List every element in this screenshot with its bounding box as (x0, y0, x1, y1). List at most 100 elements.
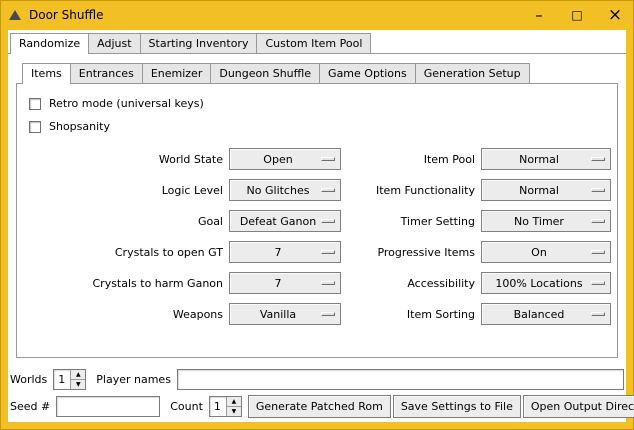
tab-generation-setup[interactable]: Generation Setup (415, 63, 530, 83)
shopsanity-checkbox[interactable] (29, 121, 41, 133)
shopsanity-label: Shopsanity (49, 120, 110, 133)
generate-patched-rom-button[interactable]: Generate Patched Rom (248, 395, 391, 418)
goal-label: Goal (27, 215, 223, 228)
player-names-input[interactable] (177, 369, 624, 390)
weapons-dropdown[interactable]: Vanilla (229, 303, 341, 325)
count-spinbox[interactable]: 1 ▲ ▼ (209, 396, 242, 417)
tab-adjust[interactable]: Adjust (88, 33, 140, 53)
spin-down-icon: ▼ (232, 408, 237, 415)
count-spin-down-button[interactable]: ▼ (226, 407, 241, 416)
bottom-controls: Worlds 1 ▲ ▼ Player names Seed # Count 1 (8, 369, 626, 422)
window-title: Door Shuffle (29, 8, 103, 22)
titlebar[interactable]: Door Shuffle – □ × (0, 0, 634, 30)
worlds-spinbox[interactable]: 1 ▲ ▼ (53, 369, 86, 390)
dropdown-indicator-icon (591, 157, 605, 161)
item-pool-value: Normal (519, 153, 559, 166)
world-state-label: World State (27, 153, 223, 166)
progressive-items-value: On (531, 246, 547, 259)
world-state-value: Open (263, 153, 292, 166)
seed-label: Seed # (10, 400, 50, 413)
player-names-label: Player names (96, 373, 171, 386)
logic-level-label: Logic Level (27, 184, 223, 197)
worlds-spin-up-button[interactable]: ▲ (70, 370, 85, 380)
dropdown-indicator-icon (591, 281, 605, 285)
spin-down-icon: ▼ (76, 381, 81, 388)
dropdown-indicator-icon (591, 250, 605, 254)
inner-notebook: Items Entrances Enemizer Dungeon Shuffle… (16, 60, 618, 358)
crystals-open-gt-value: 7 (275, 246, 282, 259)
inner-tab-bar: Items Entrances Enemizer Dungeon Shuffle… (16, 60, 618, 84)
outer-tab-bar: Randomize Adjust Starting Inventory Cust… (8, 30, 626, 54)
world-state-dropdown[interactable]: Open (229, 148, 341, 170)
crystals-harm-ganon-dropdown[interactable]: 7 (229, 272, 341, 294)
goal-dropdown[interactable]: Defeat Ganon (229, 210, 341, 232)
count-label: Count (170, 400, 203, 413)
item-functionality-dropdown[interactable]: Normal (481, 179, 611, 201)
minimize-button[interactable]: – (520, 0, 558, 30)
weapons-value: Vanilla (260, 308, 296, 321)
items-tab-pane: Retro mode (universal keys) Shopsanity W… (16, 84, 618, 358)
tab-enemizer[interactable]: Enemizer (142, 63, 212, 83)
app-icon (9, 10, 21, 20)
shopsanity-row: Shopsanity (29, 115, 617, 138)
dropdown-indicator-icon (321, 188, 335, 192)
window-controls: – □ × (520, 0, 634, 30)
tab-items[interactable]: Items (22, 63, 71, 84)
logic-level-dropdown[interactable]: No Glitches (229, 179, 341, 201)
minimize-icon: – (535, 6, 543, 24)
tab-randomize[interactable]: Randomize (10, 33, 89, 54)
tab-game-options[interactable]: Game Options (319, 63, 416, 83)
timer-setting-label: Timer Setting (347, 215, 475, 228)
progressive-items-dropdown[interactable]: On (481, 241, 611, 263)
tab-starting-inventory[interactable]: Starting Inventory (140, 33, 258, 53)
item-pool-dropdown[interactable]: Normal (481, 148, 611, 170)
count-value: 1 (210, 397, 226, 416)
tab-dungeon-shuffle[interactable]: Dungeon Shuffle (210, 63, 320, 83)
right-button-group: Save Settings to File Open Output Direct… (391, 395, 634, 418)
dropdown-indicator-icon (321, 312, 335, 316)
crystals-open-gt-label: Crystals to open GT (27, 246, 223, 259)
open-output-directory-button[interactable]: Open Output Directory (523, 395, 634, 418)
dropdown-indicator-icon (321, 157, 335, 161)
timer-setting-dropdown[interactable]: No Timer (481, 210, 611, 232)
accessibility-dropdown[interactable]: 100% Locations (481, 272, 611, 294)
generation-row: Seed # Count 1 ▲ ▼ Generate Patched Rom … (10, 395, 624, 418)
item-pool-label: Item Pool (347, 153, 475, 166)
dropdown-indicator-icon (321, 281, 335, 285)
weapons-label: Weapons (27, 308, 223, 321)
timer-setting-value: No Timer (514, 215, 564, 228)
count-spin-up-button[interactable]: ▲ (226, 397, 241, 407)
save-settings-button[interactable]: Save Settings to File (393, 395, 521, 418)
item-functionality-label: Item Functionality (347, 184, 475, 197)
item-sorting-value: Balanced (514, 308, 565, 321)
seed-input[interactable] (56, 396, 160, 417)
retro-mode-checkbox[interactable] (29, 98, 41, 110)
crystals-harm-ganon-value: 7 (275, 277, 282, 290)
maximize-icon: □ (571, 8, 582, 22)
crystals-harm-ganon-label: Crystals to harm Ganon (27, 277, 223, 290)
maximize-button[interactable]: □ (558, 0, 596, 30)
logic-level-value: No Glitches (247, 184, 310, 197)
item-sorting-dropdown[interactable]: Balanced (481, 303, 611, 325)
retro-mode-row: Retro mode (universal keys) (29, 92, 617, 115)
worlds-label: Worlds (10, 373, 47, 386)
tab-custom-item-pool[interactable]: Custom Item Pool (256, 33, 371, 53)
app-window: Door Shuffle – □ × Randomize Adjust Star… (0, 0, 634, 430)
dropdown-indicator-icon (591, 188, 605, 192)
multiworld-row: Worlds 1 ▲ ▼ Player names (10, 369, 624, 390)
dropdown-indicator-icon (321, 250, 335, 254)
item-functionality-value: Normal (519, 184, 559, 197)
accessibility-value: 100% Locations (495, 277, 582, 290)
close-button[interactable]: × (596, 0, 634, 30)
tab-entrances[interactable]: Entrances (70, 63, 143, 83)
crystals-open-gt-dropdown[interactable]: 7 (229, 241, 341, 263)
worlds-spin-down-button[interactable]: ▼ (70, 380, 85, 389)
dropdown-indicator-icon (321, 219, 335, 223)
dropdown-indicator-icon (591, 312, 605, 316)
spin-up-icon: ▲ (232, 398, 237, 405)
retro-mode-label: Retro mode (universal keys) (49, 97, 204, 110)
close-icon: × (608, 5, 622, 25)
window-content: Randomize Adjust Starting Inventory Cust… (8, 30, 626, 422)
spin-up-icon: ▲ (76, 371, 81, 378)
dropdown-indicator-icon (591, 219, 605, 223)
